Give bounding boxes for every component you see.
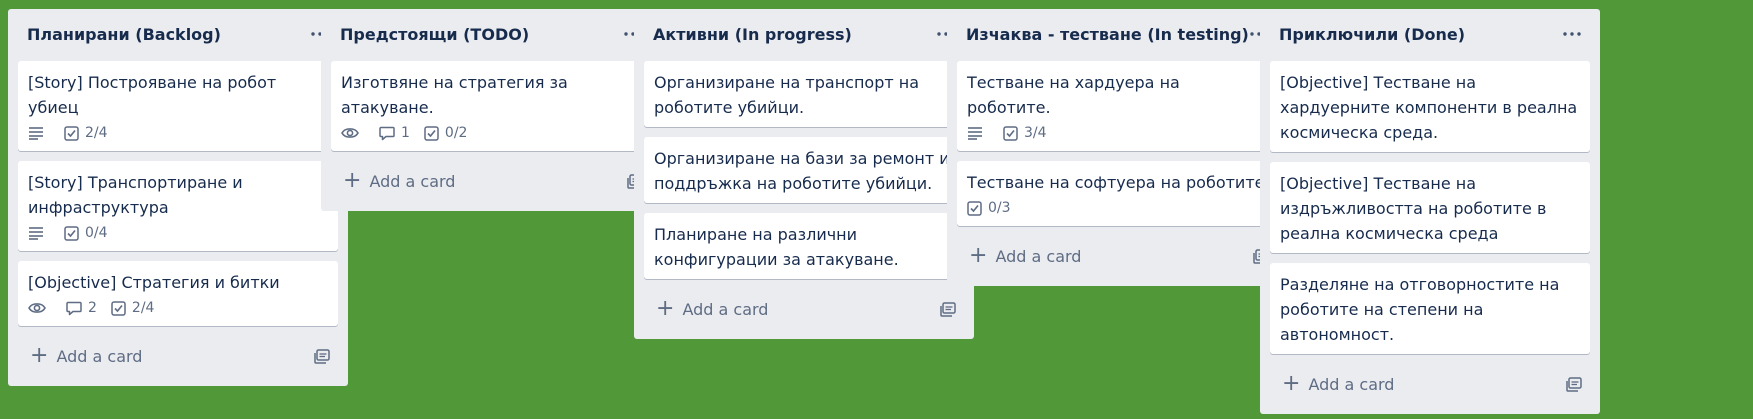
description-icon — [28, 226, 50, 240]
card-title: Планиране на различни конфигурации за ат… — [654, 225, 899, 269]
list-header: Планирани (Backlog) — [18, 9, 338, 61]
card-badges: 1 0/2 — [341, 122, 641, 144]
add-card-button[interactable]: + Add a card — [18, 336, 296, 376]
comment-icon — [379, 126, 401, 141]
card-title: Тестване на софтуера на роботите — [967, 173, 1265, 192]
card-template-icon[interactable] — [934, 295, 962, 323]
add-card-label: Add a card — [56, 346, 143, 366]
card-title: Организиране на бази за ремонт и поддръж… — [654, 149, 950, 193]
card-badges: 3/4 — [967, 122, 1267, 144]
card[interactable]: Тестване на софтуера на роботите 0/3 — [957, 161, 1277, 226]
checklist-icon — [424, 125, 445, 141]
eye-icon — [341, 126, 365, 140]
list: Активни (In progress) Организиране на тра… — [634, 9, 974, 339]
card-badges: 0/3 — [967, 197, 1267, 219]
card[interactable]: [Objective] Стратегия и битки 2 2/4 — [18, 261, 338, 326]
comment-icon — [66, 301, 88, 316]
card-title: Изготвяне на стратегия за атакуване. — [341, 73, 568, 117]
list-footer: + Add a card — [957, 236, 1277, 276]
comment-count: 2 — [88, 299, 97, 316]
card-title: Организиране на транспорт на роботите уб… — [654, 73, 920, 117]
checklist-count: 0/4 — [85, 224, 108, 241]
card-title: [Story] Построяване на робот убиец — [28, 73, 277, 117]
list-title[interactable]: Планирани (Backlog) — [27, 25, 221, 44]
checklist-badge: 3/4 — [1003, 121, 1047, 146]
plus-icon: + — [656, 296, 675, 321]
card[interactable]: [Story] Построяване на робот убиец 2/4 — [18, 61, 338, 151]
card-title: [Story] Транспортиране и инфраструктура — [28, 173, 243, 217]
checklist-count: 0/3 — [988, 199, 1011, 216]
checklist-icon — [1003, 125, 1024, 141]
add-card-label: Add a card — [995, 246, 1082, 266]
card-badges: 2/4 — [28, 122, 328, 144]
card-title: [Objective] Стратегия и битки — [28, 273, 280, 292]
board: Планирани (Backlog) [Story] Построяване н… — [0, 0, 1753, 419]
list: Планирани (Backlog) [Story] Построяване н… — [8, 9, 348, 386]
list: Приключили (Done) [Objective] Тестване на… — [1260, 9, 1600, 414]
list: Предстоящи (TODO) Изготвяне на стратегия … — [321, 9, 661, 211]
card-badges: 0/4 — [28, 222, 328, 244]
checklist-icon — [967, 200, 988, 216]
add-card-button[interactable]: + Add a card — [644, 289, 922, 329]
list-footer: + Add a card — [1270, 364, 1590, 404]
plus-icon: + — [969, 243, 988, 268]
card-template-icon[interactable] — [1560, 370, 1588, 398]
card[interactable]: Организиране на бази за ремонт и поддръж… — [644, 137, 964, 203]
checklist-count: 2/4 — [131, 299, 155, 316]
card[interactable]: [Objective] Тестване на хардуерните комп… — [1270, 61, 1590, 152]
add-card-button[interactable]: + Add a card — [331, 161, 609, 201]
card[interactable]: Изготвяне на стратегия за атакуване. 1 0/2 — [331, 61, 651, 151]
plus-icon: + — [30, 343, 49, 368]
checklist-badge: 2/4 — [111, 296, 155, 321]
comments-badge: 1 — [379, 121, 410, 146]
card-title: Разделяне на отговорностите на роботите … — [1280, 275, 1560, 344]
description-icon — [967, 126, 989, 140]
card-title: [Objective] Тестване на издръжливостта н… — [1280, 174, 1547, 243]
add-card-label: Add a card — [682, 299, 769, 319]
checklist-count: 3/4 — [1024, 124, 1047, 141]
card[interactable]: Планиране на различни конфигурации за ат… — [644, 213, 964, 279]
comments-badge: 2 — [66, 296, 97, 321]
add-card-button[interactable]: + Add a card — [1270, 364, 1548, 404]
list-footer: + Add a card — [18, 336, 338, 376]
card[interactable]: Разделяне на отговорностите на роботите … — [1270, 263, 1590, 354]
add-card-button[interactable]: + Add a card — [957, 236, 1235, 276]
list-title[interactable]: Изчаква - тестване (In testing) — [966, 25, 1249, 44]
checklist-icon — [64, 125, 85, 141]
list: Изчаква - тестване (In testing) Тестване … — [947, 9, 1287, 286]
more-horizontal-icon[interactable] — [1558, 22, 1586, 46]
checklist-badge: 0/3 — [967, 196, 1011, 221]
list-header: Активни (In progress) — [644, 9, 964, 61]
list-title[interactable]: Активни (In progress) — [653, 25, 852, 44]
add-card-label: Add a card — [1308, 374, 1395, 394]
card-title: Тестване на хардуера на роботите. — [967, 73, 1180, 117]
list-footer: + Add a card — [331, 161, 651, 201]
checklist-count: 2/4 — [85, 124, 108, 141]
checklist-badge: 2/4 — [64, 121, 108, 146]
card-template-icon[interactable] — [308, 342, 336, 370]
add-card-label: Add a card — [369, 171, 456, 191]
card-badges: 2 2/4 — [28, 297, 328, 319]
list-footer: + Add a card — [644, 289, 964, 329]
list-header: Приключили (Done) — [1270, 9, 1590, 61]
card[interactable]: Организиране на транспорт на роботите уб… — [644, 61, 964, 127]
checklist-badge: 0/2 — [424, 121, 468, 146]
comment-count: 1 — [401, 124, 410, 141]
plus-icon: + — [1282, 371, 1301, 396]
card-title: [Objective] Тестване на хардуерните комп… — [1280, 73, 1578, 142]
checklist-count: 0/2 — [444, 124, 468, 141]
card[interactable]: Тестване на хардуера на роботите. 3/4 — [957, 61, 1277, 151]
list-header: Изчаква - тестване (In testing) — [957, 9, 1277, 61]
card[interactable]: [Objective] Тестване на издръжливостта н… — [1270, 162, 1590, 253]
list-header: Предстоящи (TODO) — [331, 9, 651, 61]
list-title[interactable]: Приключили (Done) — [1279, 25, 1465, 44]
card[interactable]: [Story] Транспортиране и инфраструктура 0… — [18, 161, 338, 251]
eye-icon — [28, 301, 52, 315]
checklist-icon — [64, 225, 85, 241]
checklist-badge: 0/4 — [64, 221, 108, 246]
plus-icon: + — [343, 168, 362, 193]
description-icon — [28, 126, 50, 140]
checklist-icon — [111, 300, 132, 316]
list-title[interactable]: Предстоящи (TODO) — [340, 25, 529, 44]
